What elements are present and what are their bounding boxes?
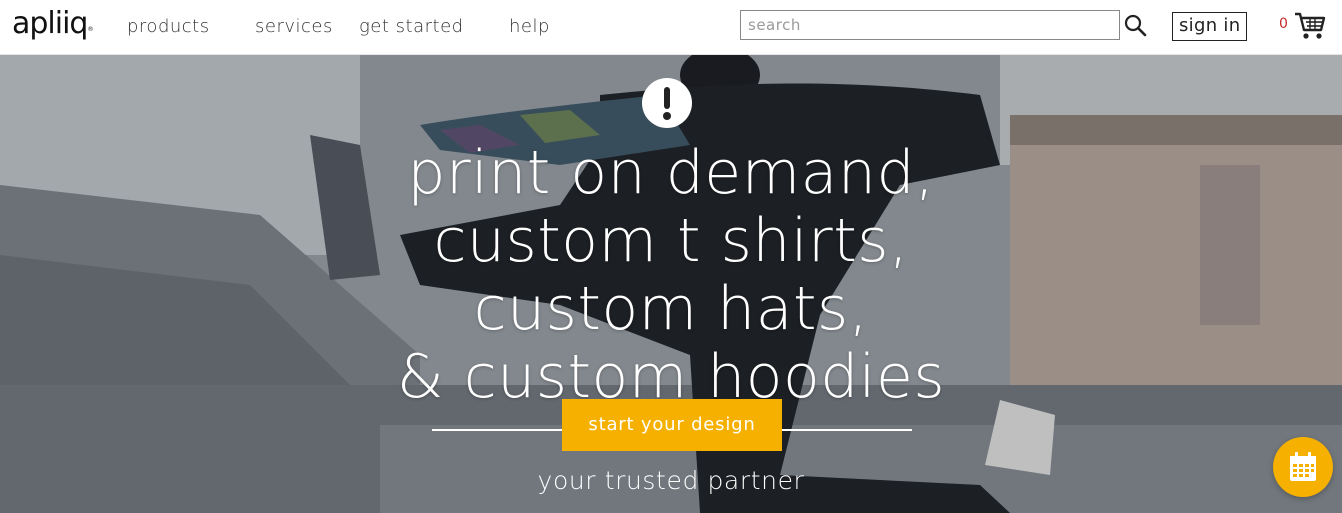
cart-count: 0 [1279, 16, 1288, 32]
cta-divider-right [780, 429, 912, 431]
cta-divider-left [432, 429, 564, 431]
hero-headline: print on demand, custom t shirts, custom… [300, 139, 1042, 411]
search-input[interactable] [740, 10, 1120, 40]
exclamation-icon [642, 78, 692, 128]
hero-tagline: your trusted partner [537, 466, 805, 495]
cart-icon[interactable] [1294, 11, 1326, 41]
nav-get-started[interactable]: get started [359, 16, 464, 37]
nav-services[interactable]: services [255, 16, 333, 37]
site-header: apliiq® products services get started he… [0, 0, 1342, 55]
calendar-button[interactable] [1273, 437, 1333, 497]
brand-logo-text: apliiq [12, 6, 88, 41]
nav-products[interactable]: products [127, 16, 210, 37]
headline-line: print on demand, [407, 138, 935, 208]
nav-help[interactable]: help [509, 16, 550, 37]
calendar-icon [1290, 452, 1316, 481]
start-your-design-button[interactable]: start your design [562, 399, 782, 451]
hero-section: print on demand, custom t shirts, custom… [0, 55, 1342, 513]
headline-line: custom t shirts, [433, 206, 909, 276]
headline-line: custom hats, [473, 274, 869, 344]
brand-logo[interactable]: apliiq® [12, 4, 94, 52]
sign-in-button[interactable]: sign in [1172, 12, 1248, 41]
search-icon[interactable] [1123, 13, 1147, 37]
